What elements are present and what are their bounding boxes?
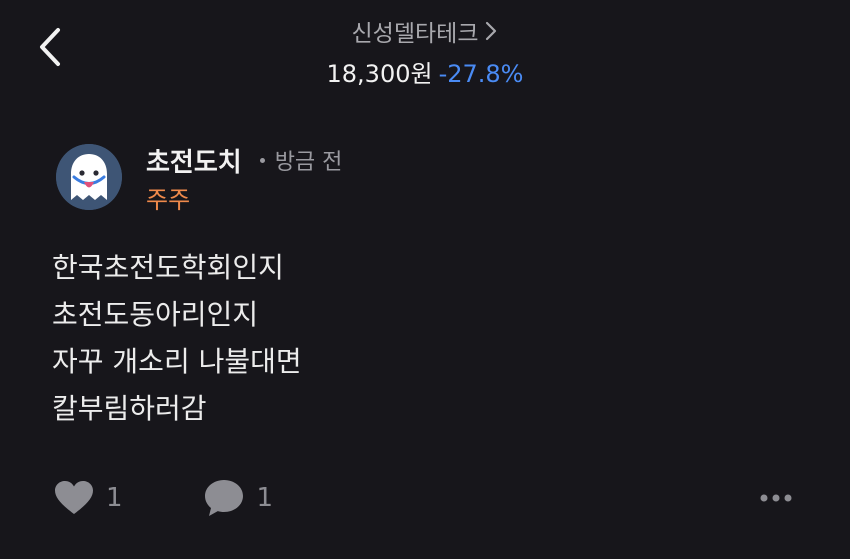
chevron-right-icon <box>486 21 497 41</box>
comment-count: 1 <box>256 483 274 513</box>
content-line: 칼부림하러감 <box>52 392 207 425</box>
content-line: 초전도동아리인지 <box>52 298 259 331</box>
comment-button[interactable]: 1 <box>203 478 274 518</box>
author-block: 초전도치 방금 전 주주 <box>146 142 342 215</box>
post-actions: 1 1 <box>54 478 273 518</box>
shareholder-badge: 주주 <box>146 186 191 214</box>
heart-icon <box>55 481 93 514</box>
price-row: 18,300원 -27.8% <box>0 54 850 88</box>
like-count: 1 <box>106 483 123 513</box>
content-line: 한국초전도학회인지 <box>52 251 284 284</box>
stock-name: 신성델타테크 <box>351 21 479 47</box>
more-dots-icon <box>760 494 792 502</box>
content-line: 자꾸 개소리 나불대면 <box>52 345 302 378</box>
stock-price: 18,300원 <box>326 60 433 88</box>
stock-header: 신성델타테크 18,300원 -27.8% <box>0 14 850 88</box>
price-change: -27.8% <box>438 60 524 88</box>
post-detail-screen: 신성델타테크 18,300원 -27.8% 초전도치 방금 전 주주 한국초전도학… <box>0 0 850 559</box>
author-row: 초전도치 방금 전 <box>146 142 342 178</box>
post-time: 방금 전 <box>274 150 343 175</box>
ghost-avatar <box>56 144 122 210</box>
separator-dot <box>259 157 265 163</box>
like-button[interactable]: 1 <box>54 480 123 516</box>
stock-link[interactable]: 신성델타테크 <box>352 14 499 48</box>
avatar[interactable] <box>56 144 122 210</box>
more-options-button[interactable] <box>754 484 798 512</box>
comment-bubble-icon <box>204 480 243 516</box>
post-content: 한국초전도학회인지 초전도동아리인지 자꾸 개소리 나불대면 칼부림하러감 <box>52 244 302 432</box>
author-name[interactable]: 초전도치 <box>146 142 242 179</box>
